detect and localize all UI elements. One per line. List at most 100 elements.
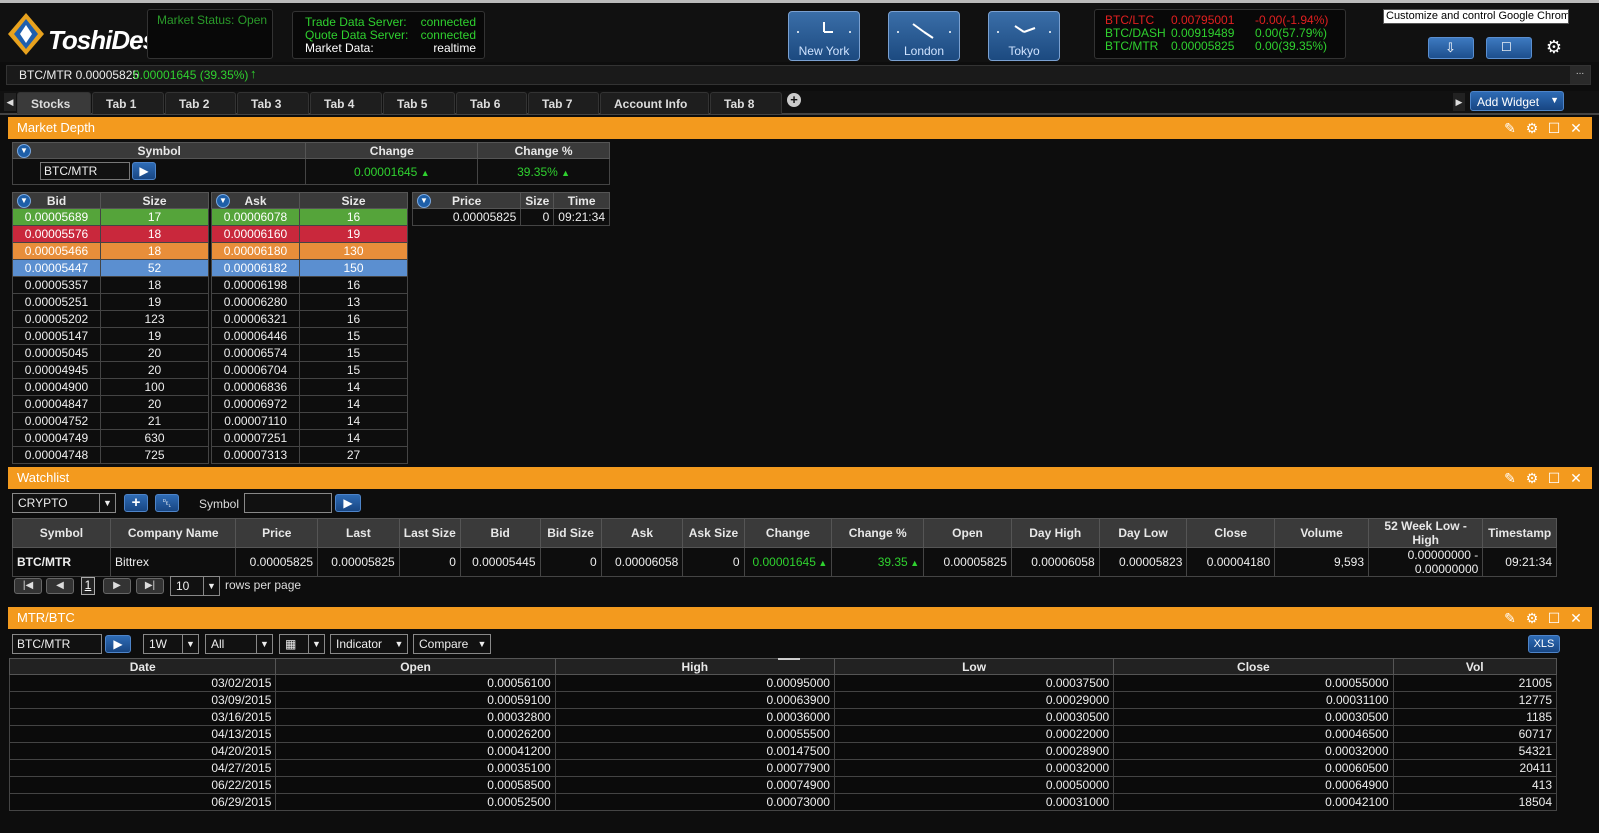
- last-page-button[interactable]: ▶|: [136, 578, 164, 594]
- add-tab-plus-icon[interactable]: +: [787, 93, 801, 107]
- gear-icon[interactable]: ⚙: [1524, 120, 1540, 136]
- column-header[interactable]: Bid: [459, 518, 541, 548]
- watchlist-go-button[interactable]: ▶: [335, 494, 361, 512]
- column-header[interactable]: Day Low: [1098, 518, 1188, 548]
- settings-gear-icon[interactable]: ⚙: [1544, 37, 1564, 57]
- bid-row[interactable]: 0.00005357 18: [12, 276, 209, 294]
- table-row[interactable]: 04/20/2015 0.00041200 0.00147500 0.00028900…: [9, 742, 1557, 760]
- column-header[interactable]: Price: [235, 518, 319, 548]
- edit-icon[interactable]: ✎: [1502, 470, 1518, 486]
- history-go-button[interactable]: ▶: [105, 635, 131, 653]
- maximize-icon[interactable]: ☐: [1546, 120, 1562, 136]
- ask-row[interactable]: 0.00006182 150: [211, 259, 408, 277]
- tab-6[interactable]: Tab 6: [456, 92, 527, 114]
- ask-row[interactable]: 0.00006704 15: [211, 361, 408, 379]
- column-header[interactable]: Symbol: [12, 518, 111, 548]
- watchlist-symbol-input[interactable]: [244, 493, 332, 513]
- ask-row[interactable]: 0.00006446 15: [211, 327, 408, 345]
- bid-row[interactable]: 0.00005447 52: [12, 259, 209, 277]
- column-header[interactable]: Last Size: [398, 518, 461, 548]
- table-row[interactable]: 04/27/2015 0.00035100 0.00077900 0.00032000…: [9, 759, 1557, 777]
- tab-8[interactable]: Tab 8: [710, 92, 782, 114]
- column-header[interactable]: Low: [833, 658, 1115, 675]
- ask-row[interactable]: 0.00006078 16: [211, 208, 408, 226]
- column-header[interactable]: Day High: [1010, 518, 1100, 548]
- watchlist-select[interactable]: CRYPTO ▼: [12, 493, 116, 513]
- column-header[interactable]: Ask Size: [682, 518, 745, 548]
- clock-tokyo[interactable]: Tokyo: [988, 11, 1060, 61]
- table-row[interactable]: 03/09/2015 0.00059100 0.00063900 0.00029000…: [9, 691, 1557, 709]
- range-select[interactable]: All ▼: [205, 634, 273, 654]
- filter-menu-icon[interactable]: ▼: [17, 194, 31, 208]
- filter-menu-icon[interactable]: ▼: [216, 194, 230, 208]
- clock-new-york[interactable]: New York: [788, 11, 860, 61]
- tab-account-info[interactable]: Account Info: [600, 92, 709, 114]
- table-row[interactable]: 03/02/2015 0.00056100 0.00095000 0.00037500…: [9, 674, 1557, 692]
- column-header[interactable]: Open: [923, 518, 1012, 548]
- column-header[interactable]: Change: [743, 518, 833, 548]
- delete-symbol-button[interactable]: ␡: [155, 494, 179, 512]
- tab-5[interactable]: Tab 5: [383, 92, 455, 114]
- column-header[interactable]: Volume: [1274, 518, 1370, 548]
- bid-row[interactable]: 0.00005689 17: [12, 208, 209, 226]
- ask-row[interactable]: 0.00006198 16: [211, 276, 408, 294]
- ticker-more-button[interactable]: ...: [1570, 66, 1590, 84]
- tab-2[interactable]: Tab 2: [165, 92, 236, 114]
- tab-stocks[interactable]: Stocks: [17, 92, 91, 114]
- filter-menu-icon[interactable]: ▼: [17, 144, 31, 158]
- gear-icon[interactable]: ⚙: [1524, 610, 1540, 626]
- ask-row[interactable]: 0.00006180 130: [211, 242, 408, 260]
- ask-row[interactable]: 0.00006321 16: [211, 310, 408, 328]
- add-symbol-button[interactable]: +: [124, 494, 148, 512]
- bid-row[interactable]: 0.00005251 19: [12, 293, 209, 311]
- table-row[interactable]: BTC/MTR Bittrex 0.00005825 0.00005825 0 0.000…: [12, 547, 1557, 577]
- ask-row[interactable]: 0.00006836 14: [211, 378, 408, 396]
- depth-symbol-input[interactable]: BTC/MTR: [40, 162, 130, 180]
- bid-row[interactable]: 0.00004748 725: [12, 446, 209, 464]
- tab-7[interactable]: Tab 7: [528, 92, 599, 114]
- table-row[interactable]: 06/29/2015 0.00052500 0.00073000 0.00031000…: [9, 793, 1557, 811]
- bid-row[interactable]: 0.00005466 18: [12, 242, 209, 260]
- edit-icon[interactable]: ✎: [1502, 120, 1518, 136]
- column-header[interactable]: Ask: [600, 518, 684, 548]
- indicator-select[interactable]: Indicator ▼: [330, 634, 408, 654]
- column-header[interactable]: Timestamp: [1482, 518, 1557, 548]
- maximize-icon[interactable]: ☐: [1546, 610, 1562, 626]
- close-icon[interactable]: ✕: [1568, 610, 1584, 626]
- ask-row[interactable]: 0.00007313 27: [211, 446, 408, 464]
- tabs-scroll-right-button[interactable]: ▶: [1453, 93, 1465, 111]
- column-header[interactable]: Open: [275, 658, 556, 675]
- bid-row[interactable]: 0.00004749 630: [12, 429, 209, 447]
- bid-row[interactable]: 0.00005576 18: [12, 225, 209, 243]
- clock-london[interactable]: London: [888, 11, 960, 61]
- column-header[interactable]: Bid Size: [539, 518, 602, 548]
- bid-row[interactable]: 0.00005045 20: [12, 344, 209, 362]
- next-page-button[interactable]: ▶: [103, 578, 131, 594]
- column-header[interactable]: Vol: [1392, 658, 1557, 675]
- gear-icon[interactable]: ⚙: [1524, 470, 1540, 486]
- bid-row[interactable]: 0.00004752 21: [12, 412, 209, 430]
- history-symbol-input[interactable]: BTC/MTR: [12, 634, 102, 654]
- chart-type-select[interactable]: ▦ ▼: [279, 634, 325, 654]
- add-widget-button[interactable]: Add Widget ▼: [1470, 91, 1564, 111]
- maximize-icon[interactable]: ☐: [1546, 470, 1562, 486]
- column-header[interactable]: Close: [1186, 518, 1276, 548]
- current-page[interactable]: 1: [81, 577, 95, 595]
- go-button[interactable]: ▶: [132, 162, 156, 180]
- bid-row[interactable]: 0.00005202 123: [12, 310, 209, 328]
- table-row[interactable]: 06/22/2015 0.00058500 0.00074900 0.00050000…: [9, 776, 1557, 794]
- ask-row[interactable]: 0.00007251 14: [211, 429, 408, 447]
- tab-3[interactable]: Tab 3: [237, 92, 309, 114]
- column-header[interactable]: Date: [9, 658, 277, 675]
- column-header[interactable]: Last: [317, 518, 400, 548]
- resize-handle[interactable]: [778, 658, 800, 663]
- rows-per-page-select[interactable]: 10 ▼: [170, 576, 220, 596]
- close-icon[interactable]: ✕: [1568, 120, 1584, 136]
- close-icon[interactable]: ✕: [1568, 470, 1584, 486]
- column-header[interactable]: Change %: [831, 518, 925, 548]
- unlock-button[interactable]: ☐: [1486, 37, 1532, 59]
- tabs-scroll-left-button[interactable]: ◀: [4, 93, 16, 111]
- ask-row[interactable]: 0.00006574 15: [211, 344, 408, 362]
- bid-row[interactable]: 0.00004847 20: [12, 395, 209, 413]
- edit-icon[interactable]: ✎: [1502, 610, 1518, 626]
